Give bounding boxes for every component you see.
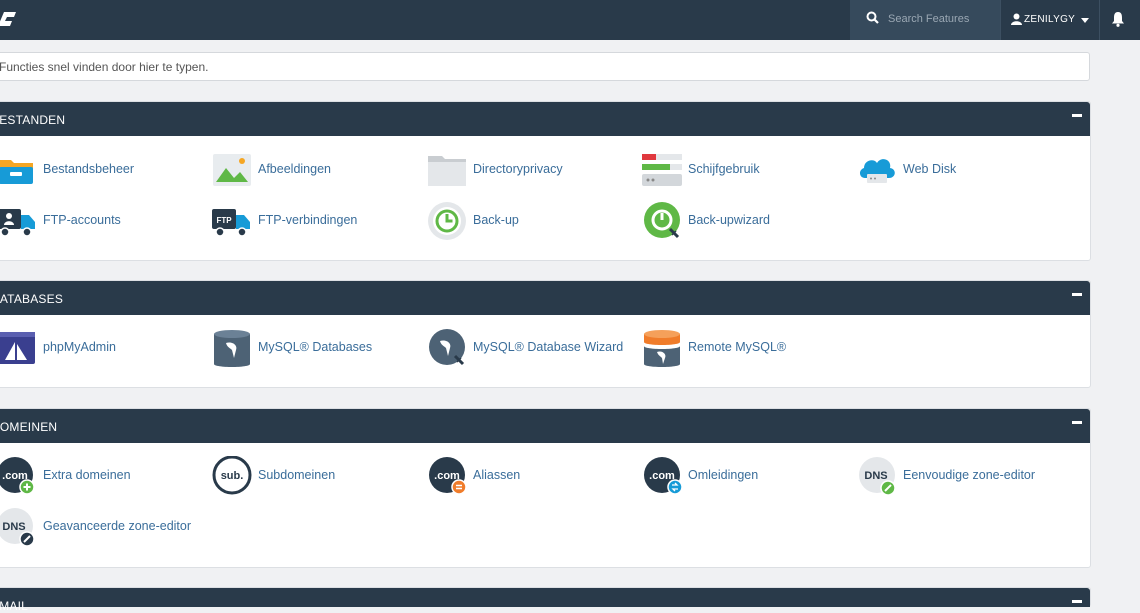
redirects-icon: .com [642, 456, 683, 496]
ftp-connections-icon: FTP [212, 201, 252, 241]
item-phpmyadmin[interactable]: phpMyAdmin [0, 328, 207, 368]
remote-mysql-icon [642, 328, 682, 368]
item-label: Schijfgebruik [688, 162, 760, 176]
item-aliassen[interactable]: .com Aliassen [427, 456, 637, 496]
item-remote-mysql[interactable]: Remote MySQL® [642, 328, 852, 368]
item-label: Eenvoudige zone-editor [903, 468, 1036, 482]
item-extra-domeinen[interactable]: .com Extra domeinen [0, 456, 207, 496]
item-label: FTP-accounts [43, 213, 121, 227]
item-label: Omleidingen [688, 468, 759, 482]
item-label: MySQL® Database Wizard [473, 340, 624, 354]
item-bestandsbeheer[interactable]: Bestandsbeheer [0, 150, 207, 190]
item-subdomeinen[interactable]: sub. Subdomeinen [212, 455, 422, 496]
item-geavanceerde-zone-editor[interactable]: DNS Geavanceerde zone-editor [0, 507, 207, 547]
dns-icon-text: DNS [864, 470, 887, 482]
panel-title: DOMEINEN [0, 420, 58, 434]
item-afbeeldingen[interactable]: Afbeeldingen [212, 150, 422, 190]
feature-search[interactable] [850, 0, 1000, 40]
user-icon [1011, 12, 1022, 30]
quick-find-input[interactable] [0, 53, 1081, 80]
cpanel-logo-icon [0, 12, 16, 26]
dotcom-icon-text: .com [649, 470, 675, 482]
panel-email: EMAIL [0, 587, 1091, 613]
panel-domeinen: DOMEINEN .com Extra domeinen sub. Subdom… [0, 408, 1091, 568]
collapse-icon[interactable] [1072, 600, 1082, 603]
item-label: Remote MySQL® [688, 340, 787, 354]
bell-icon [1112, 12, 1124, 27]
item-label: phpMyAdmin [43, 340, 116, 354]
item-label: Subdomeinen [258, 468, 336, 482]
username: ZENILYGY [1024, 14, 1076, 25]
item-ftp-accounts[interactable]: FTP-accounts [0, 201, 207, 241]
item-schijfgebruik[interactable]: Schijfgebruik [642, 150, 852, 190]
simple-zone-editor-icon: DNS [857, 456, 897, 496]
advanced-zone-editor-icon: DNS [0, 507, 37, 547]
item-label: Web Disk [903, 162, 957, 176]
collapse-icon[interactable] [1072, 421, 1082, 424]
addon-domains-icon: .com [0, 456, 37, 496]
item-label: Afbeeldingen [258, 162, 331, 176]
sub-icon-text: sub. [221, 470, 244, 482]
quick-find-box[interactable] [0, 52, 1090, 81]
panel-header[interactable]: DATABASES [0, 281, 1090, 315]
item-ftp-verbindingen[interactable]: FTP FTP-verbindingen [212, 201, 422, 241]
item-mysql-database-wizard[interactable]: MySQL® Database Wizard [427, 328, 637, 368]
panel-title: EMAIL [0, 599, 29, 613]
aliases-icon: .com [427, 456, 467, 496]
search-icon [866, 11, 879, 29]
ftp-accounts-icon [0, 201, 37, 241]
disk-usage-icon [642, 150, 682, 190]
dns-icon-text: DNS [2, 521, 25, 533]
user-menu[interactable]: ZENILYGY [1000, 0, 1099, 40]
item-label: FTP-verbindingen [258, 213, 358, 227]
panel-header[interactable]: EMAIL [0, 588, 1090, 613]
item-label: Extra domeinen [43, 468, 131, 482]
item-label: Back-up [473, 213, 519, 227]
item-web-disk[interactable]: Web Disk [857, 150, 1067, 190]
item-back-upwizard[interactable]: Back-upwizard [642, 201, 852, 241]
item-eenvoudige-zone-editor[interactable]: DNS Eenvoudige zone-editor [857, 456, 1067, 496]
panel-title: BESTANDEN [0, 113, 66, 127]
item-label: Back-upwizard [688, 213, 770, 227]
panel-header[interactable]: DOMEINEN [0, 409, 1090, 443]
item-directoryprivacy[interactable]: Directoryprivacy [427, 150, 637, 190]
item-back-up[interactable]: Back-up [427, 201, 637, 241]
mysql-wizard-icon [427, 328, 467, 368]
backup-icon [427, 201, 467, 241]
cloud-disk-icon [857, 150, 897, 190]
file-manager-icon [0, 150, 37, 190]
item-label: MySQL® Databases [258, 340, 373, 354]
collapse-icon[interactable] [1072, 114, 1082, 117]
top-bar: ZENILYGY [0, 0, 1140, 40]
folder-lock-icon [427, 150, 467, 190]
ftp-icon-text: FTP [216, 216, 232, 225]
images-icon [212, 150, 252, 190]
mysql-database-icon [212, 328, 252, 368]
panel-databases: DATABASES phpMyAdmin MySQL® Databases My… [0, 280, 1091, 388]
panel-header[interactable]: BESTANDEN [0, 102, 1090, 136]
item-label: Directoryprivacy [473, 162, 563, 176]
panel-bestanden: BESTANDEN Bestandsbeheer Afbeeldingen Di… [0, 101, 1091, 261]
item-label: Bestandsbeheer [43, 162, 135, 176]
notifications-button[interactable] [1099, 0, 1140, 40]
backup-wizard-icon [642, 201, 682, 241]
collapse-icon[interactable] [1072, 293, 1082, 296]
subdomains-icon: sub. [212, 455, 252, 496]
item-omleidingen[interactable]: .com Omleidingen [642, 456, 852, 496]
cpanel-logo[interactable] [0, 8, 22, 36]
phpmyadmin-icon [0, 328, 37, 368]
item-label: Aliassen [473, 468, 521, 482]
item-label: Geavanceerde zone-editor [43, 519, 192, 533]
search-features-input[interactable] [888, 10, 993, 28]
panel-title: DATABASES [0, 292, 64, 306]
item-mysql-databases[interactable]: MySQL® Databases [212, 328, 422, 368]
chevron-down-icon [1081, 18, 1089, 23]
